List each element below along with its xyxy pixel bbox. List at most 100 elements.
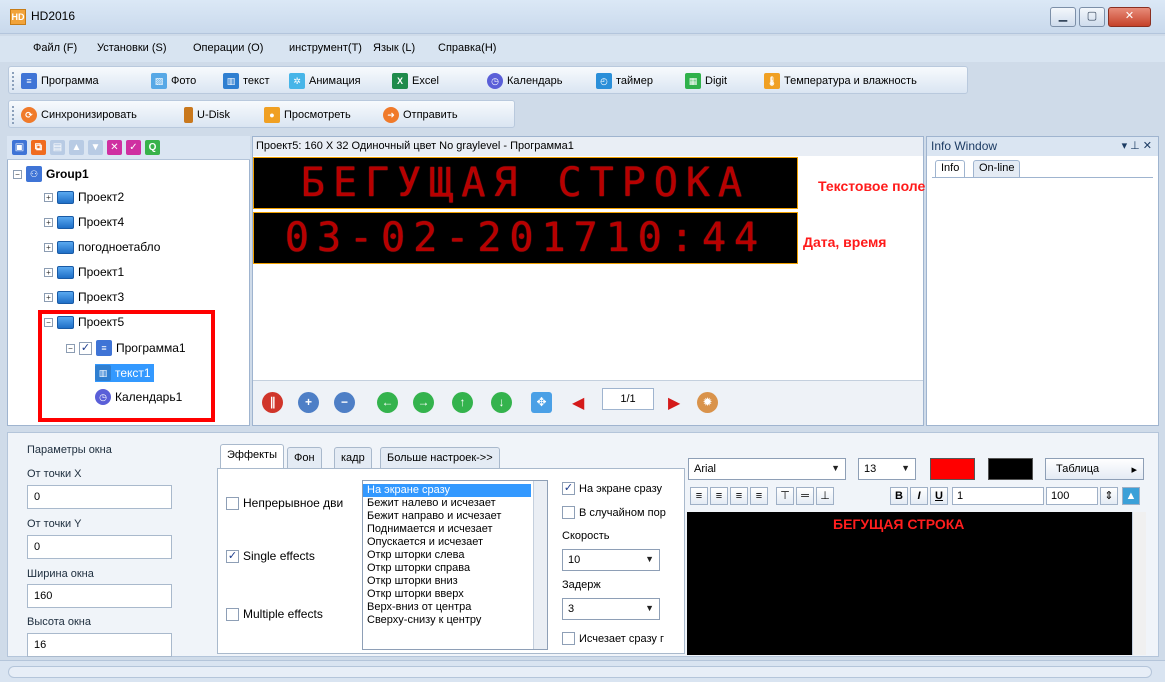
send-button[interactable]: ➜ Отправить [383, 106, 458, 124]
multiple-effects-checkbox[interactable]: Multiple effects [226, 607, 323, 621]
text-button[interactable]: ▥ текст [223, 72, 270, 90]
program-button[interactable]: ≡ Программа [21, 72, 99, 90]
zoom-out-icon[interactable]: − [334, 392, 355, 413]
move-down-icon[interactable]: ↓ [491, 392, 512, 413]
align-middle-icon[interactable]: ═ [796, 487, 814, 505]
udisk-button[interactable]: U-Disk [184, 106, 230, 124]
list-item[interactable]: Опускается и исчезает [363, 536, 547, 549]
move-up-icon[interactable]: ↑ [452, 392, 473, 413]
text-color-swatch[interactable] [930, 458, 975, 480]
tab-more-settings[interactable]: Больше настроек->> [380, 447, 500, 469]
image-icon[interactable]: ▲ [1122, 487, 1140, 505]
tab-background[interactable]: Фон [287, 447, 322, 469]
effects-list[interactable]: На экране сразу Бежит налево и исчезает … [362, 480, 548, 650]
move-down-icon[interactable]: ▼ [88, 140, 103, 155]
move-right-icon[interactable]: → [413, 392, 434, 413]
on-screen-checkbox[interactable]: ✓ На экране сразу [562, 482, 662, 495]
list-item[interactable]: Поднимается и исчезает [363, 523, 547, 536]
copy-icon[interactable]: ▤ [50, 140, 65, 155]
menu-language[interactable]: Язык (L) [373, 42, 415, 54]
single-effects-checkbox[interactable]: ✓ Single effects [226, 549, 315, 563]
bold-icon[interactable]: B [890, 487, 908, 505]
menu-help[interactable]: Справка(H) [438, 42, 496, 54]
tree-group[interactable]: − ⚇ Group1 [13, 166, 89, 182]
scale-input[interactable]: 100 [1046, 487, 1098, 505]
tree-project[interactable]: + Проект1 [44, 265, 124, 279]
timer-button[interactable]: ◴ таймер [596, 72, 653, 90]
list-item[interactable]: На экране сразу [363, 484, 531, 497]
horizontal-scrollbar[interactable] [8, 666, 1152, 678]
next-page-icon[interactable]: ▶ [668, 393, 680, 413]
align-right-icon[interactable]: ≡ [730, 487, 748, 505]
maximize-button[interactable]: ▢ [1079, 7, 1105, 27]
tab-online[interactable]: On-line [973, 160, 1021, 178]
menu-tools[interactable]: инструмент(T) [289, 42, 362, 54]
list-item[interactable]: Откр шторки справа [363, 562, 547, 575]
photo-button[interactable]: ▨ Фото [151, 72, 196, 90]
font-size-select[interactable]: 13 [858, 458, 916, 480]
font-select[interactable]: Arial [688, 458, 846, 480]
expand-icon[interactable]: + [44, 267, 53, 277]
list-item[interactable]: Бежит налево и исчезает [363, 497, 547, 510]
delete-icon[interactable]: ✕ [107, 140, 122, 155]
center-icon[interactable]: ✥ [531, 392, 552, 413]
excel-button[interactable]: X Excel [392, 72, 439, 90]
menu-operations[interactable]: Операции (O) [193, 42, 263, 54]
led-datetime-window[interactable]: 03-02-201710:44 [253, 212, 798, 264]
pause-icon[interactable]: ∥ [262, 392, 283, 413]
x-input[interactable]: 0 [27, 485, 172, 509]
random-order-checkbox[interactable]: В случайном пор [562, 506, 666, 519]
background-color-swatch[interactable] [988, 458, 1033, 480]
close-button[interactable]: ✕ [1108, 7, 1151, 27]
calendar-button[interactable]: ◷ Календарь [487, 72, 563, 90]
list-item[interactable]: Откр шторки вниз [363, 575, 547, 588]
tab-info[interactable]: Info [935, 160, 966, 178]
preview-button[interactable]: ● Просмотреть [264, 106, 351, 124]
editor-scrollbar[interactable] [1132, 512, 1146, 655]
move-up-icon[interactable]: ▲ [69, 140, 84, 155]
width-input[interactable]: 160 [27, 584, 172, 608]
expand-icon[interactable]: + [44, 192, 53, 202]
list-item[interactable]: Откр шторки слева [363, 549, 547, 562]
expand-icon[interactable]: + [44, 242, 53, 252]
tree-project[interactable]: + Проект3 [44, 290, 124, 304]
expand-icon[interactable]: + [44, 217, 53, 227]
minimize-button[interactable]: ▁ [1050, 7, 1076, 27]
continuous-checkbox[interactable]: Непрерывное дви [226, 496, 343, 510]
animation-button[interactable]: ✲ Анимация [289, 72, 361, 90]
y-input[interactable]: 0 [27, 535, 172, 559]
zoom-in-icon[interactable]: + [298, 392, 319, 413]
align-center-icon[interactable]: ≡ [710, 487, 728, 505]
line-spacing-input[interactable]: 1 [952, 487, 1044, 505]
list-item[interactable]: Верх-вниз от центра [363, 601, 547, 614]
fade-checkbox[interactable]: Исчезает сразу г [562, 632, 664, 645]
expand-icon[interactable]: + [44, 292, 53, 302]
check-icon[interactable]: ✓ [126, 140, 141, 155]
spinner-icon[interactable]: ⇕ [1100, 487, 1118, 505]
justify-icon[interactable]: ≡ [750, 487, 768, 505]
list-scrollbar[interactable] [533, 481, 547, 649]
text-editor[interactable]: БЕГУЩАЯ СТРОКА [687, 512, 1146, 655]
align-top-icon[interactable]: ⊤ [776, 487, 794, 505]
menu-settings[interactable]: Установки (S) [97, 42, 167, 54]
collapse-icon[interactable]: − [13, 169, 22, 179]
add-icon[interactable]: ⧉ [31, 140, 46, 155]
save-icon[interactable]: ▣ [12, 140, 27, 155]
move-left-icon[interactable]: ← [377, 392, 398, 413]
sync-button[interactable]: ⟳ Синхронизировать [21, 106, 137, 124]
italic-icon[interactable]: I [910, 487, 928, 505]
tab-effects[interactable]: Эффекты [220, 444, 285, 469]
tab-frame[interactable]: кадр [334, 447, 372, 469]
list-item[interactable]: Сверху-снизу к центру [363, 614, 547, 627]
tree-project[interactable]: + Проект4 [44, 215, 124, 229]
digit-button[interactable]: ▦ Digit [685, 72, 727, 90]
align-left-icon[interactable]: ≡ [690, 487, 708, 505]
tree-project[interactable]: + Проект2 [44, 190, 124, 204]
delay-select[interactable]: 3 [562, 598, 660, 620]
list-item[interactable]: Бежит направо и исчезает [363, 510, 547, 523]
height-input[interactable]: 16 [27, 633, 172, 657]
list-item[interactable]: Откр шторки вверх [363, 588, 547, 601]
table-button[interactable]: Таблица ▸ [1045, 458, 1144, 480]
previous-page-icon[interactable]: ◀ [572, 393, 584, 413]
pin-close-icons[interactable]: ▾ ⊥ ✕ [1122, 139, 1152, 152]
